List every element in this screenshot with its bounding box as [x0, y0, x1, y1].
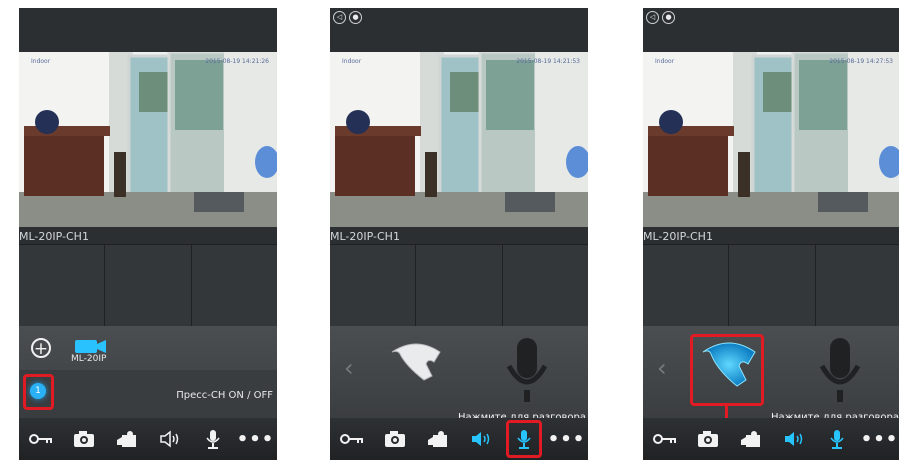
camera-icon[interactable]: [379, 423, 411, 455]
mic-large-icon[interactable]: [818, 336, 862, 414]
osd-label: Indoor: [342, 58, 362, 65]
toolbar: •••: [19, 418, 277, 460]
speaker-icon[interactable]: [465, 423, 497, 455]
more-icon[interactable]: •••: [861, 423, 898, 455]
camera-video[interactable]: Indoor 2015-08-19 14:21:53: [330, 52, 588, 227]
highlight-box: [505, 420, 542, 458]
status-bar: ◁ ●: [643, 8, 899, 52]
camera-grid: [19, 244, 277, 326]
highlight-box: [690, 334, 764, 406]
screen-1: Indoor 2015-08-19 14:21:26 ML-20IP-CH1 +…: [19, 8, 277, 460]
mic-large-icon[interactable]: [505, 336, 549, 414]
highlight-box: [23, 374, 54, 410]
talk-panel: ‹ Нажмите для разговора: [643, 326, 899, 452]
camera-icon[interactable]: [68, 423, 100, 455]
talk-panel: ‹ Нажмите для разговора: [330, 326, 588, 423]
plus-circle-icon[interactable]: +: [31, 338, 51, 359]
more-icon[interactable]: •••: [237, 423, 274, 455]
speaker-status-icon: ◁: [333, 11, 346, 24]
channel-action-label: Пресс-CH ON / OFF: [176, 390, 273, 401]
device-label: ML-20IP: [71, 354, 107, 364]
key-icon[interactable]: [25, 423, 57, 455]
camera-slot[interactable]: [729, 244, 816, 326]
camera-slot[interactable]: [416, 244, 503, 326]
osd-label: Indoor: [655, 58, 675, 65]
camera-slot[interactable]: [643, 244, 730, 326]
camera-video[interactable]: Indoor 2015-08-19 14:21:26: [19, 52, 277, 227]
video-record-icon[interactable]: [735, 423, 767, 455]
status-bar: [19, 8, 277, 52]
camera-name: ML-20IP-CH1: [643, 230, 713, 243]
camera-slot[interactable]: [19, 244, 106, 326]
chevron-left-icon[interactable]: ‹: [657, 354, 667, 382]
camera-grid: [330, 244, 588, 326]
status-bar: ◁ ●: [330, 8, 588, 52]
mic-status-icon: ●: [349, 11, 362, 24]
camera-slot[interactable]: [815, 244, 899, 326]
chevron-left-icon[interactable]: ‹: [344, 354, 354, 382]
osd-timestamp: 2015-08-19 14:27:53: [829, 58, 893, 65]
camera-name: ML-20IP-CH1: [330, 230, 400, 243]
osd-label: Indoor: [31, 58, 51, 65]
mic-icon[interactable]: [821, 423, 853, 455]
speaker-icon[interactable]: [154, 423, 186, 455]
osd-timestamp: 2015-08-19 14:21:26: [205, 58, 269, 65]
key-icon[interactable]: [649, 423, 681, 455]
video-record-icon[interactable]: [111, 423, 143, 455]
key-icon[interactable]: [336, 423, 368, 455]
camera-slot[interactable]: [191, 244, 277, 326]
speaker-icon[interactable]: [778, 423, 810, 455]
camera-slot[interactable]: [330, 244, 417, 326]
mic-icon[interactable]: [197, 423, 229, 455]
camera-slot[interactable]: [502, 244, 588, 326]
toolbar: •••: [330, 418, 588, 460]
toolbar: •••: [643, 418, 899, 460]
camera-name: ML-20IP-CH1: [19, 230, 89, 243]
mic-status-icon: ●: [662, 11, 675, 24]
phone-handset-icon[interactable]: [386, 338, 446, 386]
camera-video[interactable]: Indoor 2015-08-19 14:27:53: [643, 52, 899, 227]
screen-3: ◁ ● Indoor 2015-08-19 14:27:53 ML-20IP-C…: [643, 8, 899, 460]
camera-icon[interactable]: [692, 423, 724, 455]
screen-2: ◁ ● Indoor 2015-08-19 14:21:53 ML-20IP-C…: [330, 8, 588, 460]
camera-slot[interactable]: [105, 244, 192, 326]
device-panel: + ML-20IP 1 Пресс-CH ON / OFF: [19, 326, 277, 418]
video-record-icon[interactable]: [422, 423, 454, 455]
more-icon[interactable]: •••: [548, 423, 585, 455]
osd-timestamp: 2015-08-19 14:21:53: [516, 58, 580, 65]
mic-icon[interactable]: [505, 420, 542, 458]
channel-row: 1 Пресс-CH ON / OFF: [19, 370, 277, 418]
camera-grid: [643, 244, 899, 326]
speaker-status-icon: ◁: [646, 11, 659, 24]
